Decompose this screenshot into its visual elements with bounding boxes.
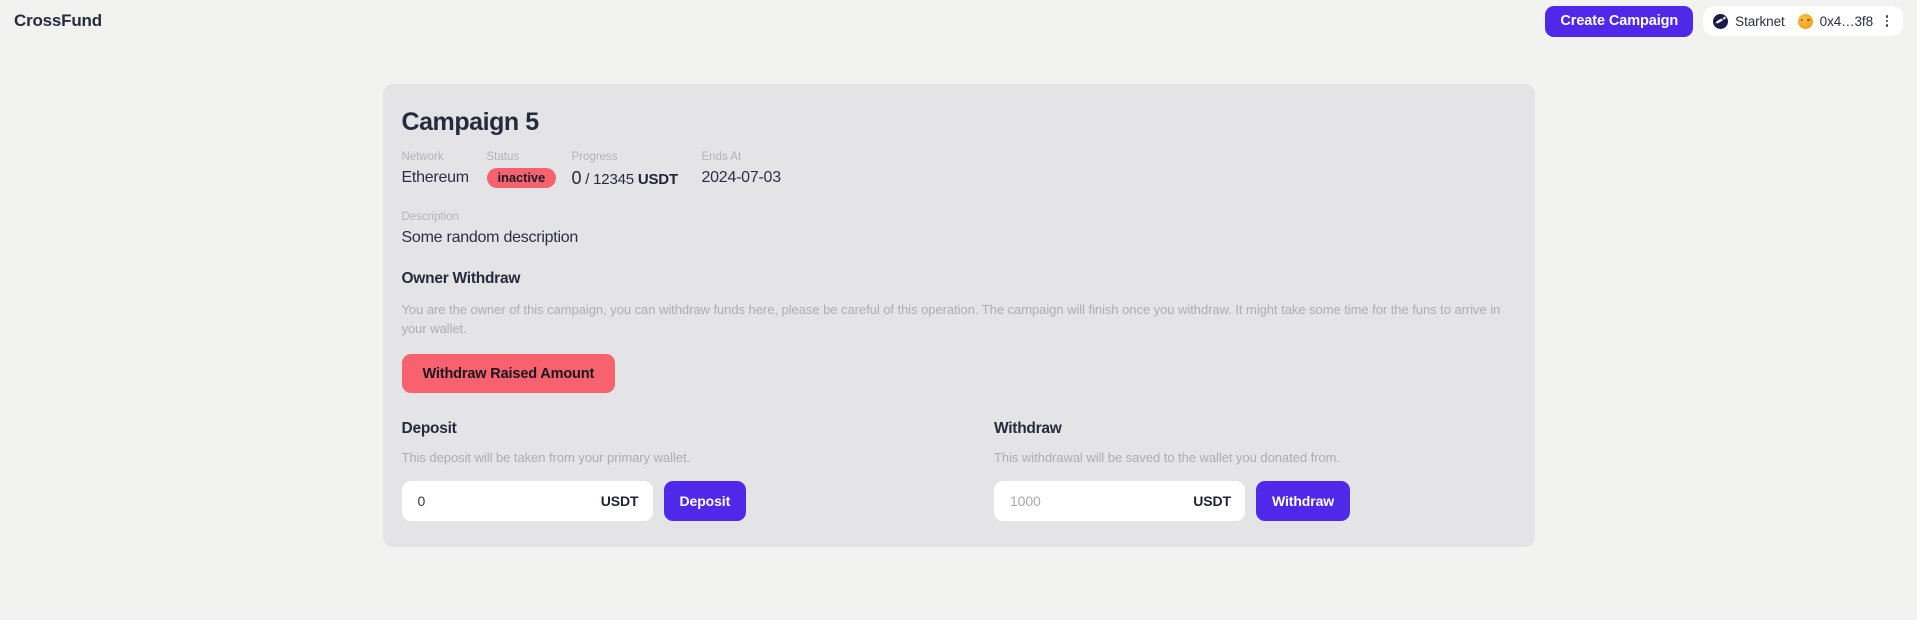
progress-value: 0 / 12345 USDT bbox=[572, 168, 702, 189]
meta-status-label: Status bbox=[486, 151, 520, 163]
withdraw-amount-field[interactable]: USDT bbox=[994, 481, 1245, 521]
meta-progress-label: Progress bbox=[571, 151, 618, 163]
withdraw-button[interactable]: Withdraw bbox=[1256, 481, 1351, 521]
progress-current: 0 bbox=[571, 168, 582, 188]
meta-ends-at-label: Ends At bbox=[701, 151, 742, 163]
owner-withdraw-heading: Owner Withdraw bbox=[401, 270, 521, 287]
meta-status: Status inactive bbox=[486, 151, 572, 188]
withdraw-input-row: USDT Withdraw bbox=[994, 481, 1507, 521]
wallet-connect-group: Starknet 0x4…3f8 bbox=[1703, 6, 1903, 36]
meta-progress: Progress 0 / 12345 USDT bbox=[572, 151, 702, 189]
meta-ends-at: Ends At 2024-07-03 bbox=[702, 151, 832, 188]
progress-total: / 12345 bbox=[585, 171, 634, 188]
withdraw-amount-input[interactable] bbox=[1010, 493, 1186, 509]
withdraw-raised-amount-button[interactable]: Withdraw Raised Amount bbox=[401, 354, 616, 393]
account-chip[interactable]: 0x4…3f8 bbox=[1797, 13, 1873, 29]
withdraw-description: This withdrawal will be saved to the wal… bbox=[994, 450, 1340, 465]
deposit-button[interactable]: Deposit bbox=[663, 481, 747, 521]
actions-row: Deposit This deposit will be taken from … bbox=[401, 420, 1507, 521]
description-label: Description bbox=[401, 211, 460, 223]
campaign-detail-card: Campaign 5 Network Ethereum Status inact… bbox=[382, 84, 1535, 547]
meta-network-value: Ethereum bbox=[401, 169, 470, 186]
deposit-description: This deposit will be taken from your pri… bbox=[401, 450, 691, 465]
chain-name-label: Starknet bbox=[1735, 13, 1785, 29]
deposit-heading: Deposit bbox=[401, 420, 457, 437]
meta-ends-at-value: 2024-07-03 bbox=[701, 169, 782, 186]
description-block: Description Some random description bbox=[402, 211, 1507, 248]
account-avatar-icon bbox=[1797, 13, 1813, 29]
progress-unit: USDT bbox=[637, 171, 678, 188]
deposit-amount-input[interactable] bbox=[417, 493, 593, 509]
deposit-unit-label: USDT bbox=[600, 493, 639, 509]
header-right-controls: Create Campaign Starknet 0x4…3f8 bbox=[1545, 5, 1903, 37]
status-badge: inactive bbox=[486, 168, 557, 188]
page-body: Campaign 5 Network Ethereum Status inact… bbox=[0, 42, 1917, 620]
kebab-menu-icon[interactable] bbox=[1880, 10, 1894, 32]
meta-network: Network Ethereum bbox=[402, 151, 487, 188]
deposit-amount-field[interactable]: USDT bbox=[401, 481, 653, 521]
withdraw-unit-label: USDT bbox=[1193, 493, 1231, 509]
chain-selector[interactable]: Starknet bbox=[1713, 13, 1790, 29]
brand-logo: CrossFund bbox=[14, 11, 102, 30]
page-title: Campaign 5 bbox=[401, 108, 540, 136]
withdraw-heading: Withdraw bbox=[994, 420, 1062, 437]
starknet-logo-icon bbox=[1713, 13, 1729, 29]
owner-withdraw-description: You are the owner of this campaign, you … bbox=[401, 302, 1501, 336]
meta-network-label: Network bbox=[401, 151, 444, 163]
withdraw-section: Withdraw This withdrawal will be saved t… bbox=[954, 420, 1507, 521]
deposit-section: Deposit This deposit will be taken from … bbox=[401, 420, 955, 521]
account-address-label: 0x4…3f8 bbox=[1819, 13, 1873, 29]
campaign-meta-row: Network Ethereum Status inactive Progres… bbox=[402, 151, 1507, 189]
create-campaign-button[interactable]: Create Campaign bbox=[1545, 5, 1694, 37]
description-value: Some random description bbox=[401, 229, 579, 246]
deposit-input-row: USDT Deposit bbox=[401, 481, 955, 521]
app-header: CrossFund Create Campaign Starknet 0x4…3… bbox=[0, 0, 1917, 42]
